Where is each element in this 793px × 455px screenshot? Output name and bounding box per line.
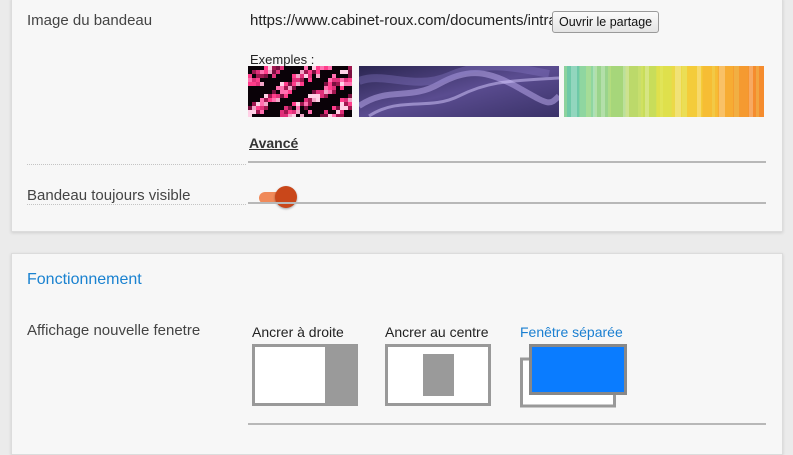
option-label-dock-right[interactable]: Ancrer à droite	[252, 324, 344, 340]
window-display-label: Affichage nouvelle fenetre	[27, 322, 201, 339]
section-divider	[248, 161, 766, 163]
banner-visible-label: Bandeau toujours visible	[27, 187, 191, 204]
toggle-knob	[275, 186, 297, 208]
separate-window-option[interactable]	[520, 344, 630, 408]
banner-visible-toggle[interactable]	[259, 186, 299, 208]
banner-image-label: Image du bandeau	[27, 12, 153, 29]
operation-card: Fonctionnement Affichage nouvelle fenetr…	[11, 253, 783, 455]
section-divider	[248, 202, 766, 204]
row-separator	[27, 204, 246, 205]
option-label-separate-window[interactable]: Fenêtre séparée	[520, 324, 623, 340]
examples-label: Exemples :	[250, 52, 315, 67]
banner-url-value: https://www.cabinet-roux.com/documents/i…	[250, 12, 557, 29]
dock-right-option[interactable]	[252, 344, 358, 406]
example-thumb-pink-pixels[interactable]	[248, 66, 352, 117]
section-title: Fonctionnement	[27, 271, 142, 288]
open-share-button[interactable]: Ouvrir le partage	[552, 11, 660, 33]
banner-settings-card: Image du bandeau https://www.cabinet-rou…	[11, 0, 783, 232]
example-thumb-purple-smoke[interactable]	[359, 66, 559, 117]
option-label-dock-center[interactable]: Ancrer au centre	[385, 324, 489, 340]
dock-center-option[interactable]	[385, 344, 491, 406]
example-thumb-color-stripes[interactable]	[564, 66, 764, 117]
advanced-link[interactable]: Avancé	[249, 135, 298, 151]
row-separator	[27, 164, 246, 165]
section-divider	[248, 423, 766, 425]
